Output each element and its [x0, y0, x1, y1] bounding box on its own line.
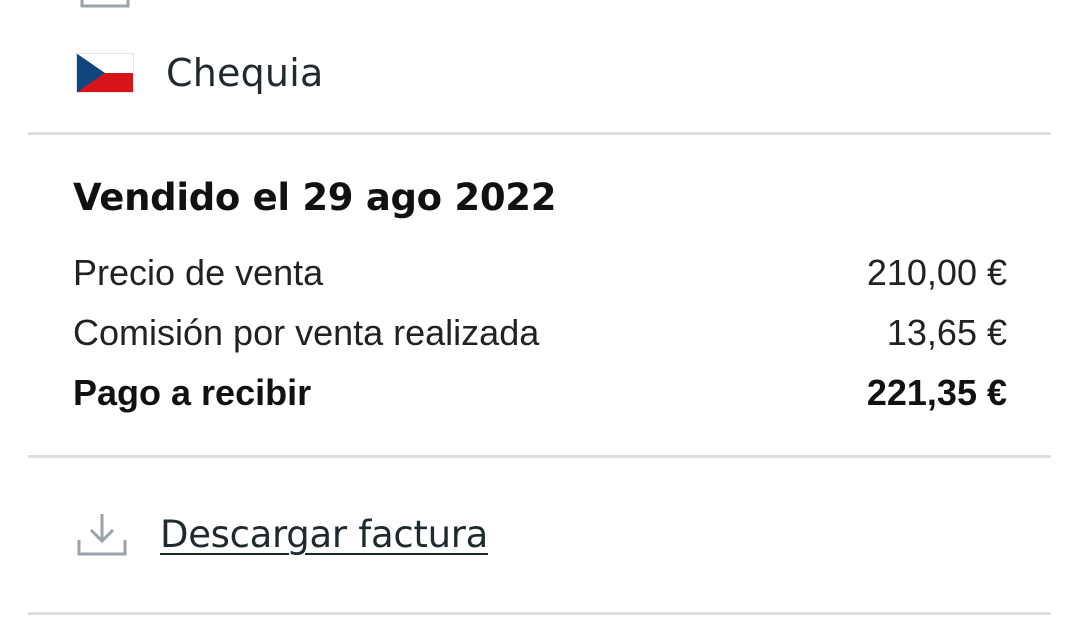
shipping-country-row: Chequia — [76, 51, 324, 95]
order-detail-panel: Chequia Vendido el 29 ago 2022 Precio de… — [0, 0, 1080, 623]
sale-price-row: Precio de venta 210,00 € — [73, 252, 1007, 294]
shipping-country-name: Chequia — [166, 51, 324, 95]
czech-flag-icon — [76, 53, 134, 93]
commission-amount: 13,65 € — [886, 312, 1007, 353]
sold-date-title: Vendido el 29 ago 2022 — [73, 176, 557, 219]
payout-row: Pago a recibir 221,35 € — [73, 372, 1007, 414]
payout-label: Pago a recibir — [73, 372, 312, 413]
box-icon — [80, 0, 130, 8]
download-invoice-link[interactable]: Descargar factura — [160, 513, 488, 556]
download-icon — [77, 514, 127, 556]
sale-price-amount: 210,00 € — [866, 252, 1007, 293]
payout-amount: 221,35 € — [866, 372, 1007, 413]
divider — [28, 612, 1051, 615]
divider — [28, 455, 1051, 458]
commission-row: Comisión por venta realizada 13,65 € — [73, 312, 1007, 354]
commission-label: Comisión por venta realizada — [73, 312, 540, 353]
sale-price-label: Precio de venta — [73, 252, 324, 293]
download-invoice-button[interactable]: Descargar factura — [76, 510, 488, 558]
divider — [28, 132, 1051, 135]
